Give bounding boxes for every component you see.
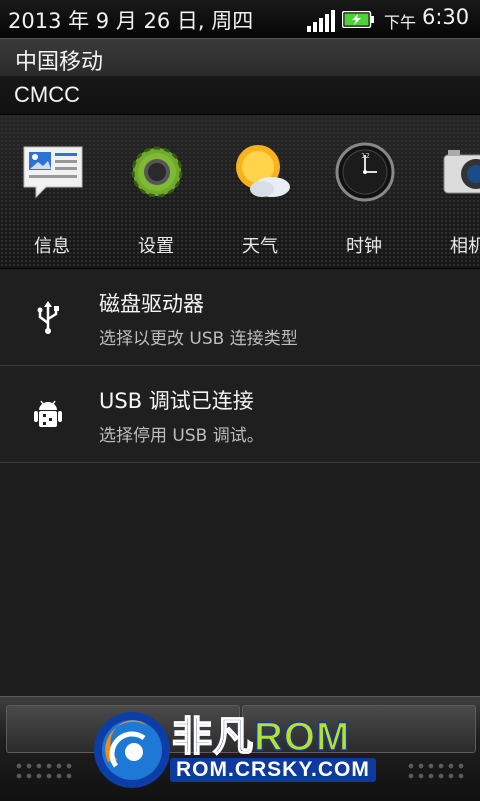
quick-launch-bar[interactable]: 信息 设置 天气 12 时钟 相 xyxy=(0,114,480,270)
quick-app-clock[interactable]: 12 时钟 xyxy=(312,139,416,257)
app-label: 设置 xyxy=(138,236,174,257)
notification-title: 磁盘驱动器 xyxy=(99,292,204,316)
clock-icon: 12 xyxy=(335,142,395,202)
app-label: 相机 xyxy=(450,236,480,257)
operator-name: 中国移动 xyxy=(15,50,104,75)
weather-icon xyxy=(236,145,290,197)
watermark-url: ROM.CRSKY.COM xyxy=(170,758,376,782)
quick-app-settings[interactable]: 设置 xyxy=(104,139,208,257)
notification-title: USB 调试已连接 xyxy=(99,389,254,413)
app-label: 信息 xyxy=(34,236,70,257)
grip-dots-left xyxy=(14,761,74,781)
operator-row: 中国移动 xyxy=(0,38,480,77)
status-ampm: 下午 xyxy=(384,13,417,32)
quick-app-camera[interactable]: 相机 xyxy=(416,139,480,257)
notification-subtitle: 选择停用 USB 调试。 xyxy=(99,426,264,446)
camera-icon xyxy=(443,150,480,194)
grip-dots-right xyxy=(406,761,466,781)
watermark-logo-icon xyxy=(94,712,170,788)
settings-gear-icon xyxy=(131,146,183,198)
status-bar: 2013 年 9 月 26 日, 周四 下午 6:30 xyxy=(0,0,480,38)
app-label: 天气 xyxy=(242,236,278,257)
watermark-brand-rom: ROM xyxy=(253,714,351,760)
app-label: 时钟 xyxy=(346,236,382,257)
watermark-brand-cn: 非凡 xyxy=(171,714,254,760)
messages-icon xyxy=(23,146,83,199)
notification-usb-storage[interactable]: 磁盘驱动器 选择以更改 USB 连接类型 xyxy=(0,269,480,366)
watermark-brand: 非凡ROM xyxy=(171,704,351,762)
battery-charging-icon xyxy=(342,11,374,28)
network-name: CMCC xyxy=(14,82,80,107)
signal-strength-icon xyxy=(307,10,335,32)
usb-icon xyxy=(37,301,59,334)
status-time: 6:30 xyxy=(422,5,470,29)
status-date: 2013 年 9 月 26 日, 周四 xyxy=(8,9,254,33)
watermark: 非凡ROM ROM.CRSKY.COM xyxy=(76,694,406,800)
notification-subtitle: 选择以更改 USB 连接类型 xyxy=(99,329,298,349)
svg-text:12: 12 xyxy=(361,152,370,160)
quick-app-weather[interactable]: 天气 xyxy=(208,139,312,257)
android-debug-icon xyxy=(34,400,62,427)
network-row: CMCC xyxy=(0,76,480,114)
notification-empty-area xyxy=(0,464,480,696)
notification-usb-debugging[interactable]: USB 调试已连接 选择停用 USB 调试。 xyxy=(0,366,480,463)
quick-app-messages[interactable]: 信息 xyxy=(0,139,104,257)
